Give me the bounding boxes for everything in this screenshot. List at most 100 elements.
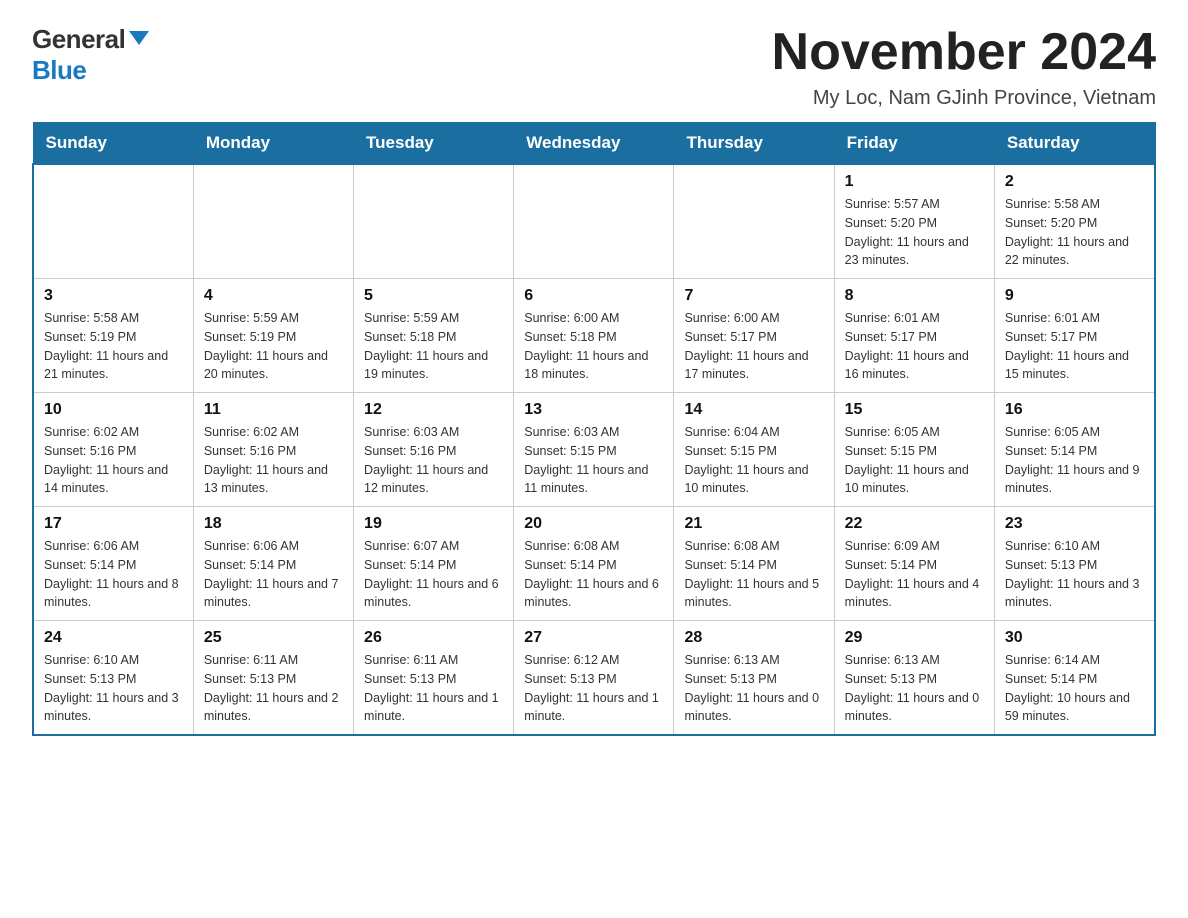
header-monday: Monday bbox=[193, 123, 353, 165]
day-info: Sunrise: 6:06 AMSunset: 5:14 PMDaylight:… bbox=[44, 537, 183, 612]
main-title: November 2024 bbox=[772, 24, 1156, 81]
day-info: Sunrise: 6:01 AMSunset: 5:17 PMDaylight:… bbox=[845, 309, 984, 384]
calendar-week-1: 1 Sunrise: 5:57 AMSunset: 5:20 PMDaylight… bbox=[33, 164, 1155, 279]
day-number: 30 bbox=[1005, 629, 1144, 647]
calendar-cell: 10 Sunrise: 6:02 AMSunset: 5:16 PMDayligh… bbox=[33, 393, 193, 507]
day-info: Sunrise: 6:02 AMSunset: 5:16 PMDaylight:… bbox=[204, 423, 343, 498]
header-friday: Friday bbox=[834, 123, 994, 165]
day-info: Sunrise: 6:01 AMSunset: 5:17 PMDaylight:… bbox=[1005, 309, 1144, 384]
calendar-cell: 3 Sunrise: 5:58 AMSunset: 5:19 PMDaylight… bbox=[33, 279, 193, 393]
day-info: Sunrise: 6:08 AMSunset: 5:14 PMDaylight:… bbox=[524, 537, 663, 612]
header-saturday: Saturday bbox=[994, 123, 1155, 165]
calendar-cell bbox=[514, 164, 674, 279]
calendar-cell bbox=[193, 164, 353, 279]
header-sunday: Sunday bbox=[33, 123, 193, 165]
day-number: 7 bbox=[684, 287, 823, 305]
day-info: Sunrise: 6:03 AMSunset: 5:15 PMDaylight:… bbox=[524, 423, 663, 498]
calendar-cell: 16 Sunrise: 6:05 AMSunset: 5:14 PMDayligh… bbox=[994, 393, 1155, 507]
day-info: Sunrise: 5:59 AMSunset: 5:18 PMDaylight:… bbox=[364, 309, 503, 384]
day-info: Sunrise: 5:58 AMSunset: 5:19 PMDaylight:… bbox=[44, 309, 183, 384]
day-info: Sunrise: 6:05 AMSunset: 5:14 PMDaylight:… bbox=[1005, 423, 1144, 498]
day-number: 5 bbox=[364, 287, 503, 305]
day-info: Sunrise: 6:11 AMSunset: 5:13 PMDaylight:… bbox=[364, 651, 503, 726]
day-number: 13 bbox=[524, 401, 663, 419]
day-number: 3 bbox=[44, 287, 183, 305]
calendar-cell: 15 Sunrise: 6:05 AMSunset: 5:15 PMDayligh… bbox=[834, 393, 994, 507]
day-number: 12 bbox=[364, 401, 503, 419]
calendar-cell bbox=[354, 164, 514, 279]
day-info: Sunrise: 6:13 AMSunset: 5:13 PMDaylight:… bbox=[845, 651, 984, 726]
day-info: Sunrise: 6:05 AMSunset: 5:15 PMDaylight:… bbox=[845, 423, 984, 498]
calendar-cell: 17 Sunrise: 6:06 AMSunset: 5:14 PMDayligh… bbox=[33, 507, 193, 621]
day-number: 19 bbox=[364, 515, 503, 533]
title-block: November 2024 My Loc, Nam GJinh Province… bbox=[772, 24, 1156, 110]
day-info: Sunrise: 6:06 AMSunset: 5:14 PMDaylight:… bbox=[204, 537, 343, 612]
day-number: 29 bbox=[845, 629, 984, 647]
calendar-cell: 25 Sunrise: 6:11 AMSunset: 5:13 PMDayligh… bbox=[193, 621, 353, 736]
day-number: 27 bbox=[524, 629, 663, 647]
logo-triangle-icon bbox=[129, 31, 149, 45]
header-tuesday: Tuesday bbox=[354, 123, 514, 165]
calendar-week-5: 24 Sunrise: 6:10 AMSunset: 5:13 PMDayligh… bbox=[33, 621, 1155, 736]
logo: General Blue bbox=[32, 24, 149, 86]
calendar-cell: 29 Sunrise: 6:13 AMSunset: 5:13 PMDayligh… bbox=[834, 621, 994, 736]
calendar-cell: 24 Sunrise: 6:10 AMSunset: 5:13 PMDayligh… bbox=[33, 621, 193, 736]
day-info: Sunrise: 6:13 AMSunset: 5:13 PMDaylight:… bbox=[684, 651, 823, 726]
calendar-cell: 18 Sunrise: 6:06 AMSunset: 5:14 PMDayligh… bbox=[193, 507, 353, 621]
day-info: Sunrise: 6:10 AMSunset: 5:13 PMDaylight:… bbox=[1005, 537, 1144, 612]
calendar-week-2: 3 Sunrise: 5:58 AMSunset: 5:19 PMDaylight… bbox=[33, 279, 1155, 393]
header-wednesday: Wednesday bbox=[514, 123, 674, 165]
calendar-cell: 30 Sunrise: 6:14 AMSunset: 5:14 PMDayligh… bbox=[994, 621, 1155, 736]
day-number: 16 bbox=[1005, 401, 1144, 419]
day-info: Sunrise: 5:57 AMSunset: 5:20 PMDaylight:… bbox=[845, 195, 984, 270]
day-info: Sunrise: 6:02 AMSunset: 5:16 PMDaylight:… bbox=[44, 423, 183, 498]
calendar-cell bbox=[674, 164, 834, 279]
day-info: Sunrise: 6:09 AMSunset: 5:14 PMDaylight:… bbox=[845, 537, 984, 612]
day-number: 1 bbox=[845, 173, 984, 191]
day-number: 10 bbox=[44, 401, 183, 419]
day-number: 9 bbox=[1005, 287, 1144, 305]
day-info: Sunrise: 6:11 AMSunset: 5:13 PMDaylight:… bbox=[204, 651, 343, 726]
calendar-cell: 28 Sunrise: 6:13 AMSunset: 5:13 PMDayligh… bbox=[674, 621, 834, 736]
day-number: 22 bbox=[845, 515, 984, 533]
day-info: Sunrise: 6:10 AMSunset: 5:13 PMDaylight:… bbox=[44, 651, 183, 726]
day-info: Sunrise: 5:59 AMSunset: 5:19 PMDaylight:… bbox=[204, 309, 343, 384]
calendar-cell: 9 Sunrise: 6:01 AMSunset: 5:17 PMDaylight… bbox=[994, 279, 1155, 393]
calendar-cell: 8 Sunrise: 6:01 AMSunset: 5:17 PMDaylight… bbox=[834, 279, 994, 393]
day-info: Sunrise: 6:08 AMSunset: 5:14 PMDaylight:… bbox=[684, 537, 823, 612]
day-number: 11 bbox=[204, 401, 343, 419]
day-info: Sunrise: 6:12 AMSunset: 5:13 PMDaylight:… bbox=[524, 651, 663, 726]
day-info: Sunrise: 6:00 AMSunset: 5:17 PMDaylight:… bbox=[684, 309, 823, 384]
day-number: 17 bbox=[44, 515, 183, 533]
day-number: 25 bbox=[204, 629, 343, 647]
day-number: 2 bbox=[1005, 173, 1144, 191]
day-number: 18 bbox=[204, 515, 343, 533]
day-info: Sunrise: 6:14 AMSunset: 5:14 PMDaylight:… bbox=[1005, 651, 1144, 726]
calendar-week-4: 17 Sunrise: 6:06 AMSunset: 5:14 PMDayligh… bbox=[33, 507, 1155, 621]
calendar-cell: 14Sunrise: 6:04 AMSunset: 5:15 PMDayligh… bbox=[674, 393, 834, 507]
calendar-cell: 26 Sunrise: 6:11 AMSunset: 5:13 PMDayligh… bbox=[354, 621, 514, 736]
day-number: 26 bbox=[364, 629, 503, 647]
calendar-cell: 19Sunrise: 6:07 AMSunset: 5:14 PMDayligh… bbox=[354, 507, 514, 621]
calendar-cell: 27 Sunrise: 6:12 AMSunset: 5:13 PMDayligh… bbox=[514, 621, 674, 736]
calendar-cell: 23Sunrise: 6:10 AMSunset: 5:13 PMDayligh… bbox=[994, 507, 1155, 621]
calendar-cell: 20Sunrise: 6:08 AMSunset: 5:14 PMDayligh… bbox=[514, 507, 674, 621]
day-number: 15 bbox=[845, 401, 984, 419]
calendar-table: SundayMondayTuesdayWednesdayThursdayFrid… bbox=[32, 122, 1156, 736]
calendar-cell: 6Sunrise: 6:00 AMSunset: 5:18 PMDaylight… bbox=[514, 279, 674, 393]
day-number: 6 bbox=[524, 287, 663, 305]
logo-general-text: General bbox=[32, 24, 125, 55]
day-number: 14 bbox=[684, 401, 823, 419]
calendar-cell: 5 Sunrise: 5:59 AMSunset: 5:18 PMDaylight… bbox=[354, 279, 514, 393]
day-number: 28 bbox=[684, 629, 823, 647]
subtitle: My Loc, Nam GJinh Province, Vietnam bbox=[772, 87, 1156, 110]
day-number: 24 bbox=[44, 629, 183, 647]
day-info: Sunrise: 6:03 AMSunset: 5:16 PMDaylight:… bbox=[364, 423, 503, 498]
calendar-cell: 13 Sunrise: 6:03 AMSunset: 5:15 PMDayligh… bbox=[514, 393, 674, 507]
calendar-cell: 7 Sunrise: 6:00 AMSunset: 5:17 PMDaylight… bbox=[674, 279, 834, 393]
calendar-week-3: 10 Sunrise: 6:02 AMSunset: 5:16 PMDayligh… bbox=[33, 393, 1155, 507]
calendar-cell: 2Sunrise: 5:58 AMSunset: 5:20 PMDaylight… bbox=[994, 164, 1155, 279]
day-number: 8 bbox=[845, 287, 984, 305]
calendar-cell: 22 Sunrise: 6:09 AMSunset: 5:14 PMDayligh… bbox=[834, 507, 994, 621]
day-number: 21 bbox=[684, 515, 823, 533]
